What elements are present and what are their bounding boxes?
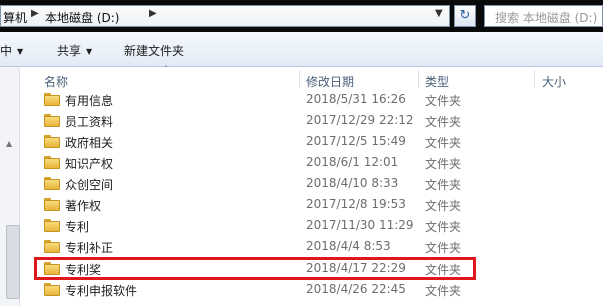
include-in-library-button[interactable]: 中 ▼ [0,42,23,59]
column-header-date[interactable]: 修改日期 [306,73,354,90]
breadcrumb-drive[interactable]: 本地磁盘 (D:) [45,9,119,26]
file-type: 文件夹 [425,199,462,213]
file-type: 文件夹 [425,157,462,171]
file-date: 2018/4/4 8:53 [306,239,391,253]
search-input[interactable]: 搜索 本地磁盘 (D:) [484,5,603,27]
folder-icon [44,177,60,190]
folder-icon [44,93,60,106]
file-date: 2018/6/1 12:01 [306,155,399,169]
column-header-type[interactable]: 类型 [425,73,449,90]
file-row[interactable]: 众创空间 2018/4/10 8:33 文件夹 [37,173,603,194]
file-name: 著作权 [65,199,102,213]
file-row[interactable]: 有用信息 2018/5/31 16:26 文件夹 [37,89,603,110]
folder-icon [44,135,60,148]
file-date: 2018/4/10 8:33 [306,176,399,190]
file-date: 2018/5/31 16:26 [306,92,406,106]
file-date: 2017/11/30 11:29 [306,218,414,232]
scroll-up-icon[interactable]: ▲ [6,139,12,148]
file-row[interactable]: 专利申报软件 2018/4/26 22:45 文件夹 [37,279,603,300]
scrollbar-thumb[interactable] [6,225,20,299]
file-row[interactable]: 政府相关 2017/12/5 15:49 文件夹 [37,131,603,152]
file-type: 文件夹 [425,178,462,192]
folder-icon [44,219,60,232]
file-row[interactable]: 员工资料 2017/12/29 22:12 文件夹 [37,110,603,131]
share-label: 共享 [57,44,82,58]
address-bar[interactable]: 算机 ▶ 本地磁盘 (D:) ▶ ▼ [0,5,450,27]
breadcrumb-separator-icon[interactable]: ▶ [31,8,39,19]
file-name: 专利补正 [65,241,114,255]
folder-icon [44,240,60,253]
file-date: 2018/4/26 22:45 [306,282,406,296]
breadcrumb-separator-icon[interactable]: ▶ [149,8,157,19]
folder-icon [44,198,60,211]
file-name: 员工资料 [65,115,114,129]
file-type: 文件夹 [425,94,462,108]
folder-icon [44,156,60,169]
folder-icon [44,283,60,296]
file-name: 专利 [65,220,90,234]
file-type: 文件夹 [425,115,462,129]
include-label: 中 [0,44,13,58]
search-placeholder: 搜索 本地磁盘 (D:) [495,11,598,25]
column-header-name[interactable]: 名称 [44,73,68,90]
column-divider[interactable] [418,70,419,88]
file-name: 专利申报软件 [65,284,138,298]
file-type: 文件夹 [425,284,462,298]
chevron-down-icon[interactable]: ▼ [435,8,443,19]
new-folder-button[interactable]: 新建文件夹 [124,42,184,59]
file-type: 文件夹 [425,220,462,234]
navigation-pane: ▲ [0,67,20,306]
refresh-icon: ↻ [459,8,471,23]
column-divider[interactable] [534,70,535,88]
file-date: 2017/12/29 22:12 [306,113,414,127]
file-row[interactable]: 著作权 2017/12/8 19:53 文件夹 [37,194,603,215]
share-button[interactable]: 共享 ▼ [57,42,92,59]
partial-file-row [37,299,603,306]
file-name: 众创空间 [65,178,114,192]
file-type: 文件夹 [425,241,462,255]
refresh-button[interactable]: ↻ [454,5,476,27]
file-date: 2017/12/8 19:53 [306,197,406,211]
column-header-size[interactable]: 大小 [542,73,566,90]
file-row[interactable]: 专利 2017/11/30 11:29 文件夹 [37,215,603,236]
column-header-row: 名称 修改日期 类型 大小 [37,67,603,89]
file-name: 政府相关 [65,136,114,150]
file-row[interactable]: 知识产权 2018/6/1 12:01 文件夹 [37,152,603,173]
file-date: 2017/12/5 15:49 [306,134,406,148]
file-row[interactable]: 专利补正 2018/4/4 8:53 文件夹 [37,236,603,257]
chevron-down-icon: ▼ [86,47,93,56]
column-divider[interactable] [299,70,300,88]
file-name: 有用信息 [65,94,114,108]
file-name: 知识产权 [65,157,114,171]
command-toolbar: 中 ▼ 共享 ▼ 新建文件夹 [0,32,603,67]
highlight-annotation-box [34,257,476,280]
breadcrumb-computer[interactable]: 算机 [3,9,27,26]
chevron-down-icon: ▼ [17,47,24,56]
file-type: 文件夹 [425,136,462,150]
address-bar-area: 算机 ▶ 本地磁盘 (D:) ▶ ▼ ↻ 搜索 本地磁盘 (D:) [0,0,603,32]
new-folder-label: 新建文件夹 [124,44,185,58]
folder-icon [44,114,60,127]
